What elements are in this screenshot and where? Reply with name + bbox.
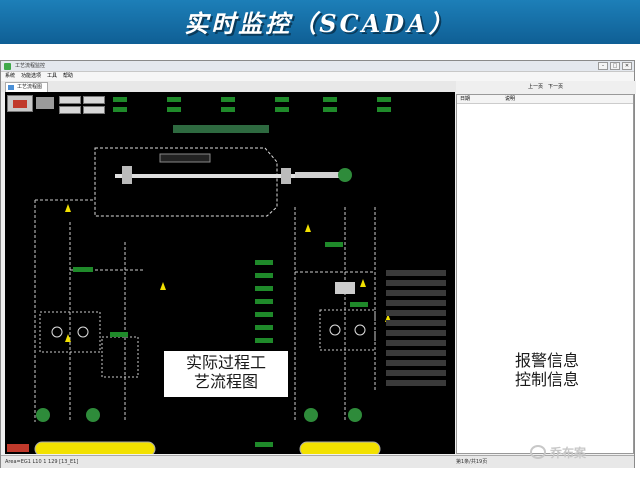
value-label-1	[73, 267, 93, 272]
alarm-row	[386, 340, 446, 346]
alarm-row	[386, 350, 446, 356]
alarm-indicator	[7, 444, 29, 452]
param-row-value	[255, 299, 273, 304]
alarm-row	[386, 300, 446, 306]
label-plate	[159, 153, 211, 163]
alarm-row	[386, 330, 446, 336]
coupling	[122, 166, 132, 184]
alarm-row	[386, 320, 446, 326]
col-description: 说明	[505, 96, 516, 102]
alarm-caption-line-2: 控制信息	[514, 370, 579, 389]
alarm-row	[386, 380, 446, 386]
alarm-panel: 日期 说明	[456, 94, 634, 454]
right-alarm-list	[386, 270, 446, 386]
tab-process-flow[interactable]: 工艺流程图	[5, 82, 49, 92]
app-window: 工艺流程监控 – □ ✕ 系统 功能选项 工具 帮助 工艺流程图 上一页 下一页…	[0, 60, 636, 468]
turbine-shaft	[115, 174, 295, 178]
coupling-right	[281, 168, 291, 184]
value-label-3	[325, 242, 343, 247]
arrow-up-3	[160, 282, 166, 290]
alarm-table-header: 日期 说明	[457, 95, 633, 104]
value-label-2	[110, 332, 128, 337]
tank-left	[34, 441, 156, 454]
arrow-up-4	[305, 224, 311, 232]
window-title: 工艺流程监控	[15, 63, 46, 69]
pump-block	[335, 282, 355, 294]
right-toolbar: 上一页 下一页	[456, 81, 636, 94]
arrow-up-1	[65, 204, 71, 212]
alarm-row	[386, 270, 446, 276]
process-diagram	[7, 147, 446, 454]
menu-help[interactable]: 帮助	[63, 72, 73, 81]
watermark-text: 乔布案	[550, 446, 587, 460]
tab-bar: 工艺流程图	[1, 81, 456, 92]
close-icon[interactable]: ✕	[622, 62, 632, 70]
param-row-value	[255, 442, 273, 447]
prev-page-button[interactable]: 上一页	[528, 81, 543, 94]
param-row-value	[255, 325, 273, 330]
menu-tools[interactable]: 工具	[47, 72, 57, 81]
alarm-row	[386, 280, 446, 286]
process-caption-line-1: 实际过程工	[185, 353, 266, 372]
valve-3	[329, 324, 341, 336]
watermark: 乔布案	[528, 440, 628, 466]
generator-shaft	[295, 172, 345, 178]
valve-4	[354, 324, 366, 336]
tank-right	[299, 441, 381, 454]
alarm-row	[386, 370, 446, 376]
app-icon	[4, 63, 11, 70]
status-right: 第1条/共19页	[456, 459, 488, 465]
heat-exchanger-right	[319, 309, 376, 351]
arrow-up-5	[360, 279, 366, 287]
alarm-row	[386, 310, 446, 316]
alarm-control-caption: 报警信息 控制信息	[492, 349, 602, 395]
param-row-value	[255, 338, 273, 343]
menu-options[interactable]: 功能选项	[21, 72, 41, 81]
param-row-value	[255, 273, 273, 278]
pump-icon-2	[86, 408, 100, 422]
param-row-value	[255, 312, 273, 317]
wechat-icon	[530, 445, 546, 459]
window-titlebar: 工艺流程监控 – □ ✕	[1, 61, 634, 72]
status-left: Area=EG1 L10 1 129 [13_E1]	[5, 459, 79, 465]
pump-icon-3	[304, 408, 318, 422]
alarm-caption-line-1: 报警信息	[514, 351, 579, 370]
diagram-icon	[8, 85, 14, 90]
generator-icon	[338, 168, 352, 182]
alarm-row	[386, 360, 446, 366]
process-caption-line-2: 艺流程图	[193, 372, 258, 391]
tab-label: 工艺流程图	[17, 84, 43, 90]
pump-icon-4	[348, 408, 362, 422]
maximize-icon[interactable]: □	[610, 62, 620, 70]
window-controls: – □ ✕	[598, 62, 632, 70]
heat-exchanger-center	[101, 336, 139, 378]
scada-canvas	[5, 92, 455, 454]
slide-header: 实时监控（SCADA）	[0, 0, 640, 44]
slide-title: 实时监控（SCADA）	[184, 9, 456, 38]
menu-system[interactable]: 系统	[5, 72, 15, 81]
next-page-button[interactable]: 下一页	[548, 81, 563, 94]
valve-1	[51, 326, 63, 338]
valve-2	[77, 326, 89, 338]
value-label-4	[350, 302, 368, 307]
pump-icon-1	[36, 408, 50, 422]
col-date: 日期	[460, 96, 471, 102]
param-row-value	[255, 286, 273, 291]
process-flow-caption: 实际过程工 艺流程图	[164, 351, 288, 397]
menubar: 系统 功能选项 工具 帮助	[1, 72, 634, 81]
alarm-row	[386, 290, 446, 296]
minimize-icon[interactable]: –	[598, 62, 608, 70]
param-row-value	[255, 260, 273, 265]
